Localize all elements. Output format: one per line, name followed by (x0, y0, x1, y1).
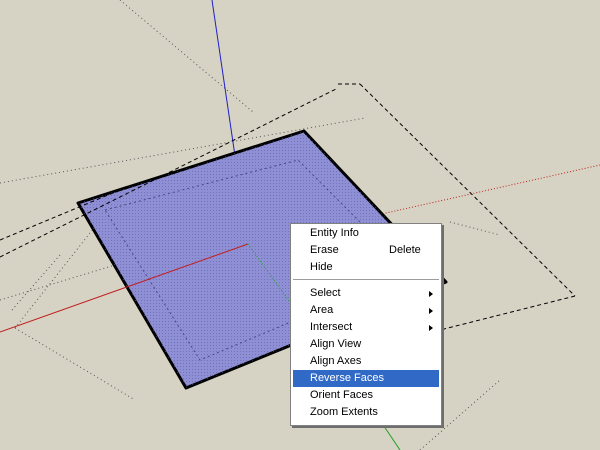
menu-item-align-view[interactable]: Align View (293, 336, 439, 353)
menu-item-label: Align View (310, 338, 362, 350)
menu-item-label: Hide (310, 261, 333, 273)
menu-item-select[interactable]: Select (293, 285, 439, 302)
menu-item-entity-info[interactable]: Entity Info (293, 225, 439, 242)
menu-item-label: Zoom Extents (310, 406, 378, 418)
modeling-viewport[interactable]: Entity Info Erase Delete Hide Select Are… (0, 0, 600, 450)
menu-item-label: Orient Faces (310, 389, 373, 401)
menu-item-intersect[interactable]: Intersect (293, 319, 439, 336)
menu-item-label: Select (310, 287, 341, 299)
menu-item-hide[interactable]: Hide (293, 259, 439, 276)
menu-item-erase[interactable]: Erase Delete (293, 242, 439, 259)
submenu-arrow-icon (429, 325, 433, 331)
menu-item-shortcut: Delete (389, 244, 421, 256)
menu-item-area[interactable]: Area (293, 302, 439, 319)
menu-item-label: Entity Info (310, 227, 359, 239)
menu-separator (293, 279, 439, 280)
menu-item-label: Area (310, 304, 334, 316)
context-menu: Entity Info Erase Delete Hide Select Are… (290, 223, 442, 426)
menu-item-reverse-faces[interactable]: Reverse Faces (293, 370, 439, 387)
menu-item-align-axes[interactable]: Align Axes (293, 353, 439, 370)
menu-item-label: Erase (310, 244, 339, 256)
menu-item-orient-faces[interactable]: Orient Faces (293, 387, 439, 404)
menu-item-label: Align Axes (310, 355, 362, 367)
menu-item-label: Intersect (310, 321, 353, 333)
submenu-arrow-icon (429, 308, 433, 314)
submenu-arrow-icon (429, 291, 433, 297)
menu-item-label: Reverse Faces (310, 372, 384, 384)
menu-item-zoom-extents[interactable]: Zoom Extents (293, 404, 439, 421)
